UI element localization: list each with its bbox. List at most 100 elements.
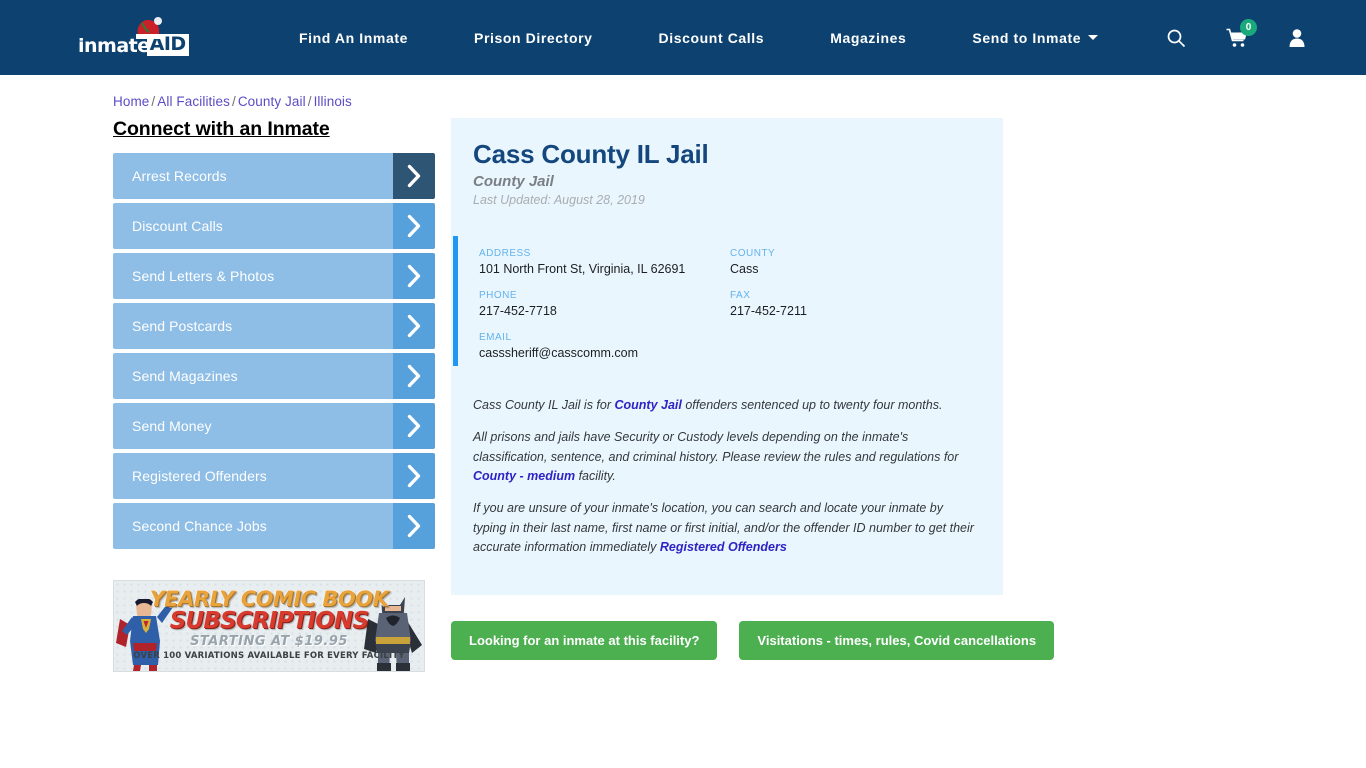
info-field-fax: FAX 217-452-7211 bbox=[730, 290, 981, 318]
action-buttons: Looking for an inmate at this facility? … bbox=[451, 620, 1055, 660]
info-field-county: COUNTY Cass bbox=[730, 248, 981, 276]
info-value: 101 North Front St, Virginia, IL 62691 bbox=[479, 261, 686, 276]
nav-item-prison-directory[interactable]: Prison Directory bbox=[441, 30, 626, 46]
nav-item-send-to-inmate[interactable]: Send to Inmate bbox=[939, 30, 1131, 46]
ad-footnote: OVER 100 VARIATIONS AVAILABLE FOR EVERY … bbox=[133, 651, 405, 661]
sidebar-item-arrest-records[interactable]: Arrest Records bbox=[113, 153, 435, 199]
description-paragraph-2: All prisons and jails have Security or C… bbox=[473, 428, 977, 486]
sidebar-item-arrow bbox=[393, 353, 435, 399]
chevron-down-icon bbox=[1088, 35, 1099, 40]
sidebar-item-label: Second Chance Jobs bbox=[113, 503, 393, 549]
sidebar-item-label: Send Money bbox=[113, 403, 393, 449]
breadcrumb-separator: / bbox=[307, 94, 312, 109]
sidebar-item-send-magazines[interactable]: Send Magazines bbox=[113, 353, 435, 399]
sidebar-item-send-money[interactable]: Send Money bbox=[113, 403, 435, 449]
sidebar-item-arrow bbox=[393, 453, 435, 499]
info-value: casssheriff@casscomm.com bbox=[479, 345, 639, 360]
logo-text: inmate bbox=[78, 34, 150, 57]
sidebar-item-label: Send Letters & Photos bbox=[113, 253, 393, 299]
search-button[interactable] bbox=[1166, 28, 1186, 48]
info-value: 217-452-7718 bbox=[479, 303, 557, 318]
link-county-medium[interactable]: County - medium bbox=[473, 469, 575, 483]
sidebar-item-send-letters-photos[interactable]: Send Letters & Photos bbox=[113, 253, 435, 299]
info-label: FAX bbox=[730, 289, 751, 301]
nav-item-send-to-inmate-label: Send to Inmate bbox=[972, 29, 1082, 46]
facility-info-section: ADDRESS 101 North Front St, Virginia, IL… bbox=[451, 235, 1003, 384]
chevron-right-icon bbox=[407, 414, 420, 438]
description-paragraph-1: Cass County IL Jail is for County Jail o… bbox=[473, 396, 977, 415]
main-content: Cass County IL Jail County Jail Last Upd… bbox=[451, 118, 1055, 672]
info-value: Cass bbox=[730, 261, 759, 276]
sidebar-item-label: Send Magazines bbox=[113, 353, 393, 399]
sidebar-item-discount-calls[interactable]: Discount Calls bbox=[113, 203, 435, 249]
desc-text: facility. bbox=[575, 469, 616, 484]
last-updated-text: Last Updated: August 28, 2019 bbox=[473, 192, 645, 207]
breadcrumb-item-all-facilities[interactable]: All Facilities bbox=[157, 94, 230, 109]
breadcrumb-separator: / bbox=[231, 94, 236, 109]
sidebar-title: Connect with an Inmate bbox=[113, 118, 330, 140]
ad-price-text: STARTING AT $19.95 bbox=[190, 634, 348, 649]
info-value: 217-452-7211 bbox=[730, 303, 807, 318]
info-label: ADDRESS bbox=[479, 247, 531, 259]
accent-bar bbox=[453, 235, 458, 366]
link-registered-offenders[interactable]: Registered Offenders bbox=[660, 540, 787, 554]
account-button[interactable] bbox=[1288, 28, 1306, 48]
chevron-right-icon bbox=[407, 314, 420, 338]
description-paragraph-3: If you are unsure of your inmate's locat… bbox=[473, 499, 977, 557]
desc-text: All prisons and jails have Security or C… bbox=[473, 430, 959, 464]
sidebar-item-second-chance-jobs[interactable]: Second Chance Jobs bbox=[113, 503, 435, 549]
sidebar-item-arrow bbox=[393, 303, 435, 349]
sidebar-item-label: Discount Calls bbox=[113, 203, 393, 249]
info-field-address: ADDRESS 101 North Front St, Virginia, IL… bbox=[479, 248, 730, 276]
user-account-icon bbox=[1289, 28, 1305, 47]
nav-item-discount-calls[interactable]: Discount Calls bbox=[626, 30, 798, 46]
info-field-phone: PHONE 217-452-7718 bbox=[479, 290, 730, 318]
sidebar: Connect with an Inmate Arrest Records Di… bbox=[113, 118, 435, 672]
sidebar-item-arrow bbox=[393, 403, 435, 449]
ad-subheadline: SUBSCRIPTIONS bbox=[169, 608, 369, 634]
sidebar-item-arrow bbox=[393, 503, 435, 549]
main-navigation: Find An Inmate Prison Directory Discount… bbox=[266, 30, 1131, 46]
nav-item-find-an-inmate[interactable]: Find An Inmate bbox=[266, 30, 441, 46]
nav-item-magazines[interactable]: Magazines bbox=[797, 30, 939, 46]
site-logo[interactable]: inmate AID bbox=[78, 16, 189, 57]
chevron-right-icon bbox=[407, 264, 420, 288]
info-field-email: EMAIL casssheriff@casscomm.com bbox=[479, 332, 981, 360]
info-label: COUNTY bbox=[730, 247, 776, 259]
sidebar-item-arrow bbox=[393, 203, 435, 249]
chevron-right-icon bbox=[407, 514, 420, 538]
search-icon bbox=[1167, 29, 1186, 47]
cart-count-badge: 0 bbox=[1240, 18, 1257, 36]
breadcrumb-item-county-jail[interactable]: County Jail bbox=[238, 94, 306, 109]
info-label: PHONE bbox=[479, 289, 518, 301]
facility-header: Cass County IL Jail County Jail Last Upd… bbox=[451, 139, 1003, 207]
sidebar-item-send-postcards[interactable]: Send Postcards bbox=[113, 303, 435, 349]
chevron-right-icon bbox=[407, 214, 420, 238]
link-county-jail[interactable]: County Jail bbox=[615, 398, 682, 412]
comic-book-ad-banner[interactable]: YEARLY COMIC BOOK SUBSCRIPTIONS STARTING… bbox=[113, 580, 425, 672]
looking-for-inmate-button[interactable]: Looking for an inmate at this facility? bbox=[451, 620, 718, 660]
santa-hat-icon bbox=[136, 16, 162, 39]
cart-button[interactable]: 0 bbox=[1226, 18, 1257, 48]
breadcrumb: Home / All Facilities / County Jail / Illinois bbox=[113, 75, 1366, 109]
site-header: inmate AID Find An Inmate Prison Directo… bbox=[0, 0, 1366, 75]
sidebar-item-arrow bbox=[393, 253, 435, 299]
sidebar-item-registered-offenders[interactable]: Registered Offenders bbox=[113, 453, 435, 499]
page-body: Home / All Facilities / County Jail / Illinois… bbox=[0, 75, 1366, 672]
visitations-button[interactable]: Visitations - times, rules, Covid cancel… bbox=[739, 620, 1055, 660]
facility-description: Cass County IL Jail is for County Jail o… bbox=[451, 384, 1003, 558]
sidebar-item-label: Registered Offenders bbox=[113, 453, 393, 499]
desc-text: Cass County IL Jail is for bbox=[473, 397, 615, 412]
page-title: Cass County IL Jail bbox=[473, 139, 709, 169]
desc-text: offenders sentenced up to twenty four mo… bbox=[681, 397, 943, 412]
sidebar-item-label: Send Postcards bbox=[113, 303, 393, 349]
chevron-right-icon bbox=[407, 464, 420, 488]
sidebar-item-arrow bbox=[393, 153, 435, 199]
breadcrumb-item-home[interactable]: Home bbox=[113, 94, 149, 109]
sidebar-item-label: Arrest Records bbox=[113, 153, 393, 199]
facility-card: Cass County IL Jail County Jail Last Upd… bbox=[451, 118, 1003, 595]
facility-type: County Jail bbox=[473, 172, 554, 190]
info-label: EMAIL bbox=[479, 331, 512, 343]
breadcrumb-item-illinois[interactable]: Illinois bbox=[314, 94, 352, 109]
chevron-right-icon bbox=[407, 164, 420, 188]
